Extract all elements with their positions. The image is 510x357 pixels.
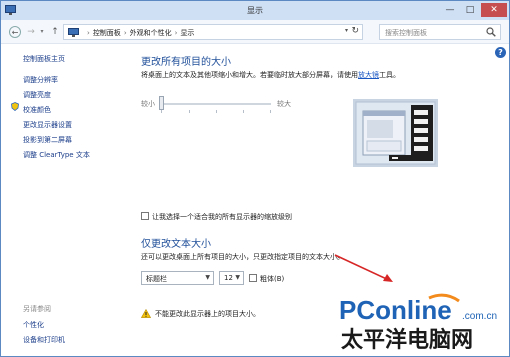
bold-label[interactable]: 粗体(B): [260, 274, 284, 284]
minimize-button[interactable]: —: [441, 3, 459, 17]
window-title: 显示: [247, 6, 263, 15]
watermark-domain: .com.cn: [462, 311, 497, 322]
title-bar[interactable]: 显示 — □ ✕: [1, 1, 509, 20]
refresh-icon[interactable]: ↻: [351, 26, 359, 36]
watermark-tagline: 太平洋电脑网: [341, 327, 473, 353]
sidebar-item-adjust-brightness[interactable]: 调整亮度: [23, 90, 51, 100]
breadcrumb-item-appearance[interactable]: 外观和个性化: [130, 29, 172, 37]
see-also-devices-printers-link[interactable]: 设备和打印机: [23, 335, 65, 345]
address-dropdown-icon[interactable]: ▾: [345, 27, 348, 34]
magnifier-link[interactable]: 放大镜: [358, 71, 379, 79]
annotation-arrow-icon: [334, 254, 393, 282]
custom-scaling-label[interactable]: 让我选择一个适合我的所有显示器的缩放级别: [152, 212, 292, 222]
help-icon[interactable]: ?: [495, 47, 506, 58]
item-type-selected-value: 标题栏: [146, 275, 167, 283]
recent-locations-chevron-icon[interactable]: ▾: [38, 26, 46, 38]
font-size-select[interactable]: 12 ▼: [219, 271, 244, 285]
maximize-button[interactable]: □: [461, 3, 479, 17]
search-icon[interactable]: [486, 27, 496, 37]
chevron-down-icon: ▼: [235, 274, 240, 281]
back-arrow-icon[interactable]: ←: [9, 26, 21, 38]
breadcrumb-path: › 控制面板 › 外观和个性化 › 显示: [84, 28, 194, 38]
text-size-heading: 仅更改文本大小: [141, 239, 211, 250]
breadcrumb-separator-icon: ›: [87, 29, 90, 37]
item-type-select[interactable]: 标题栏 ▼: [141, 271, 214, 285]
pconline-watermark-logo: PConline .com.cn 太平洋电脑网: [339, 293, 497, 353]
sidebar-item-project-second-screen[interactable]: 投影到第二屏幕: [23, 135, 72, 145]
breadcrumb[interactable]: › 控制面板 › 外观和个性化 › 显示 ▾ ↻: [63, 24, 363, 40]
control-panel-icon: [68, 28, 79, 37]
search-input[interactable]: 搜索控制面板: [379, 24, 501, 40]
slider-max-label: 较大: [277, 100, 291, 108]
text-size-description: 还可以更改桌面上所有项目的大小，只更改指定项目的文本大小。: [141, 253, 344, 261]
size-description-text: 将桌面上的文本及其他项缩小和增大。若要临时放大部分屏幕，请使用: [141, 71, 358, 79]
slider-tick: [243, 110, 244, 113]
search-placeholder: 搜索控制面板: [385, 29, 427, 37]
up-arrow-icon[interactable]: ↑: [49, 26, 61, 38]
size-description: 将桌面上的文本及其他项缩小和增大。若要临时放大部分屏幕，请使用放大镜工具。: [141, 70, 400, 80]
page-title: 更改所有项目的大小: [141, 57, 231, 68]
slider-tick: [189, 110, 190, 113]
watermark-brand: PConline: [339, 295, 452, 325]
sidebar-item-change-display-settings[interactable]: 更改显示器设置: [23, 120, 72, 130]
display-preview-image: [353, 99, 438, 167]
breadcrumb-item-display[interactable]: 显示: [180, 29, 194, 37]
sidebar-item-adjust-resolution[interactable]: 调整分辨率: [23, 75, 58, 85]
control-panel-home-link[interactable]: 控制面板主页: [23, 54, 65, 64]
slider-tick: [161, 110, 162, 113]
see-also-personalization-link[interactable]: 个性化: [23, 320, 44, 330]
size-description-suffix: 工具。: [379, 71, 400, 79]
custom-scaling-checkbox[interactable]: [141, 212, 149, 220]
warning-icon: [141, 309, 151, 318]
slider-tick: [216, 110, 217, 113]
address-bar: ← → ▾ ↑ › 控制面板 › 外观和个性化 › 显示 ▾ ↻ 搜索控制面板: [1, 20, 509, 44]
sidebar-item-calibrate-color[interactable]: 校准颜色: [23, 105, 51, 115]
shield-icon: [11, 102, 19, 111]
breadcrumb-separator-icon: ›: [123, 29, 127, 37]
size-slider-thumb[interactable]: [159, 96, 164, 110]
sidebar-item-cleartype[interactable]: 调整 ClearType 文本: [23, 150, 90, 160]
size-slider-track[interactable]: [159, 103, 271, 105]
slider-min-label: 较小: [141, 100, 155, 108]
warning-text: 不能更改此显示器上的项目大小。: [155, 310, 260, 318]
display-window: 显示 — □ ✕ ← → ▾ ↑ › 控制面板 › 外观和个性化 › 显示 ▾ ↻ 搜索控…: [0, 0, 510, 357]
forward-arrow-icon[interactable]: →: [25, 26, 37, 38]
chevron-down-icon: ▼: [205, 274, 210, 281]
font-size-selected-value: 12: [224, 274, 233, 282]
see-also-heading: 另请参阅: [23, 305, 51, 313]
slider-tick: [270, 110, 271, 113]
bold-checkbox[interactable]: [249, 274, 257, 282]
breadcrumb-item-control-panel[interactable]: 控制面板: [93, 29, 121, 37]
breadcrumb-separator-icon: ›: [174, 29, 178, 37]
close-button[interactable]: ✕: [481, 3, 507, 17]
